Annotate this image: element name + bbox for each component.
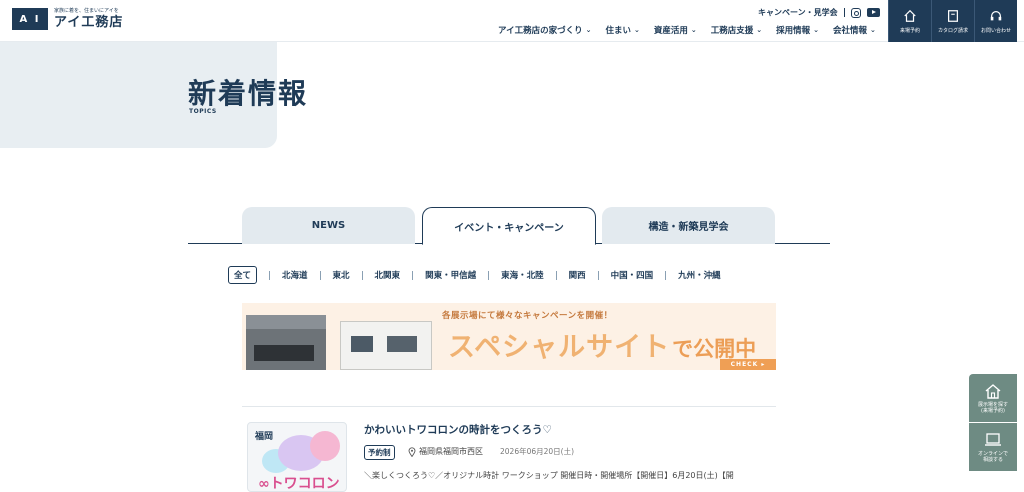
chevron-down-icon: ⌄: [585, 26, 592, 34]
region-kansai[interactable]: 関西: [557, 269, 598, 281]
region-chugoku-shikoku[interactable]: 中国・四国: [599, 269, 666, 281]
logo-mark: A I: [12, 8, 48, 30]
site-logo[interactable]: A I 家族に着を、住まいにアイを アイ工務店: [12, 8, 123, 30]
nav-label: 採用情報: [776, 26, 811, 36]
youtube-icon[interactable]: [866, 8, 880, 17]
banner-headline-main: スペシャルサイト: [448, 332, 671, 363]
float-button-label: オンラインで 相談する: [977, 450, 1008, 463]
nav-item-ie-zukuri[interactable]: アイ工務店の家づくり ⌄: [498, 24, 591, 36]
special-site-banner[interactable]: 各展示場にて様々なキャンペーンを開催！ スペシャルサイト で公開中 CHECK …: [242, 303, 776, 370]
article-description: ＼楽しくつくろう♡／オリジナル時計 ワークショップ 開催日時・開催場所【開催日】…: [364, 471, 734, 480]
button-label: お問い合わせ: [980, 27, 1011, 34]
house-photo: [340, 321, 432, 370]
site-header: A I 家族に着を、住まいにアイを アイ工務店 キャンペーン・見学会 アイ工務店…: [0, 0, 1024, 42]
book-icon: [948, 9, 958, 22]
chevron-down-icon: ⌄: [756, 26, 763, 34]
house-icon: [904, 9, 916, 22]
nav-label: 会社情報: [833, 26, 868, 36]
nav-label: 資産活用: [653, 26, 688, 36]
chevron-down-icon: ⌄: [633, 26, 640, 34]
region-all[interactable]: 全て: [228, 266, 258, 284]
divider: [242, 406, 776, 407]
tab-event-campaign[interactable]: イベント・キャンペーン: [422, 207, 596, 245]
main-nav: アイ工務店の家づくり ⌄ 住まい ⌄ 資産活用 ⌄ 工務店支援 ⌄ 採用情報 ⌄ 会社情報…: [498, 24, 876, 36]
region-kyushu-okinawa[interactable]: 九州・沖縄: [666, 269, 733, 281]
region-kanto-koshinetsu[interactable]: 関東・甲信越: [413, 269, 488, 281]
region-hokkaido[interactable]: 北海道: [270, 269, 320, 281]
article-location: 福岡県福岡市西区: [408, 446, 483, 457]
banner-caption: 各展示場にて様々なキャンペーンを開催！: [442, 311, 613, 321]
page-subtitle: TOPICS: [189, 108, 217, 115]
nav-label: アイ工務店の家づくり: [498, 26, 583, 36]
headset-icon: [990, 10, 1002, 20]
float-button-label: 展示場を探す (来場予約): [977, 401, 1008, 414]
button-label: 来場予約: [899, 27, 920, 34]
chevron-down-icon: ⌄: [813, 26, 820, 34]
online-consult-button[interactable]: オンラインで 相談する: [969, 423, 1017, 471]
header-action-buttons: 来場予約 カタログ請求 お問い合わせ: [888, 0, 1017, 42]
nav-item-shisan[interactable]: 資産活用 ⌄: [654, 24, 697, 36]
laptop-icon: [985, 432, 1001, 446]
chevron-down-icon: ⌄: [870, 26, 876, 34]
nav-item-shien[interactable]: 工務店支援 ⌄: [711, 24, 762, 36]
thumbnail-region-tag: 福岡: [255, 432, 274, 442]
region-tohoku[interactable]: 東北: [321, 269, 362, 281]
campaign-link[interactable]: キャンペーン・見学会: [758, 7, 838, 18]
chevron-down-icon: ⌄: [690, 26, 697, 34]
tab-structure-tour[interactable]: 構造・新築見学会: [602, 207, 775, 244]
article-thumbnail[interactable]: 福岡 ∞トワコロン: [247, 422, 347, 492]
floating-actions: 展示場を探す (来場予約) オンラインで 相談する: [969, 374, 1017, 471]
button-label: カタログ請求: [937, 27, 968, 34]
find-showroom-button[interactable]: 展示場を探す (来場予約): [969, 374, 1017, 422]
divider: [843, 8, 845, 17]
location-pin-icon: [408, 446, 416, 457]
visit-reservation-button[interactable]: 来場予約: [888, 0, 931, 42]
thumbnail-logo: ∞トワコロン: [258, 476, 340, 492]
region-tokai-hokuriku[interactable]: 東海・北陸: [489, 269, 556, 281]
location-text: 福岡県福岡市西区: [419, 447, 483, 456]
region-filter: 全て 北海道 東北 北関東 関東・甲信越 東海・北陸 関西 中国・四国 九州・沖…: [228, 266, 733, 284]
check-button[interactable]: CHECK ▸: [720, 359, 776, 370]
logo-name: アイ工務店: [54, 15, 124, 30]
tab-news[interactable]: NEWS: [242, 207, 415, 244]
region-kitakanto[interactable]: 北関東: [363, 269, 413, 281]
nav-label: 工務店支援: [710, 26, 754, 36]
catalog-request-button[interactable]: カタログ請求: [931, 0, 974, 42]
banner-headline: スペシャルサイト で公開中: [448, 325, 756, 364]
house-icon: [985, 383, 1001, 399]
top-links: キャンペーン・見学会: [758, 7, 880, 18]
nav-item-sumai[interactable]: 住まい ⌄: [605, 24, 639, 36]
article-title[interactable]: かわいいトワコロンの時計をつくろう♡: [364, 422, 552, 437]
nav-item-company[interactable]: 会社情報 ⌄: [833, 24, 876, 36]
logo-tagline: 家族に着を、住まいにアイを: [54, 8, 119, 14]
page-title: 新着情報: [188, 77, 309, 110]
instagram-icon[interactable]: [850, 7, 861, 18]
article-date: 2026年06月20日(土): [500, 447, 575, 456]
nav-item-recruit[interactable]: 採用情報 ⌄: [776, 24, 819, 36]
nav-label: 住まい: [605, 26, 631, 36]
house-photo: [246, 315, 326, 370]
decoration: [310, 431, 340, 461]
contact-button[interactable]: お問い合わせ: [974, 0, 1017, 42]
reservation-badge: 予約制: [364, 445, 395, 460]
